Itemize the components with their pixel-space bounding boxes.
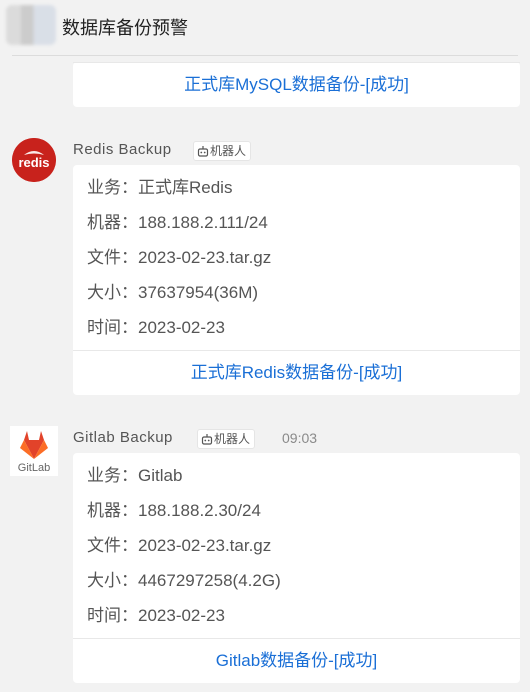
redis-avatar[interactable]: redis (12, 138, 56, 182)
sender-name[interactable]: Redis Backup (73, 141, 172, 158)
robot-icon (197, 144, 209, 162)
card-footer-link[interactable]: Gitlab数据备份-[成功] (73, 638, 520, 683)
bot-badge-label: 机器人 (214, 432, 251, 446)
card-line-business: 业务：正式库Redis (87, 178, 233, 197)
group-avatar[interactable] (6, 5, 56, 45)
message-time: 09:03 (282, 430, 318, 446)
card-line-machine: 机器：188.188.2.111/24 (87, 213, 268, 232)
card-line-time: 时间：2023-02-23 (87, 318, 225, 337)
gitlab-logo-text: GitLab (18, 462, 50, 474)
redis-logo-text: redis (18, 155, 49, 170)
redis-logo-icon: redis (12, 138, 56, 182)
robot-icon (201, 432, 213, 450)
chat-title: 数据库备份预警 (62, 18, 188, 38)
card-line-file: 文件：2023-02-23.tar.gz (87, 248, 272, 267)
bot-badge-label: 机器人 (210, 144, 247, 158)
card-footer-link[interactable]: 正式库Redis数据备份-[成功] (73, 350, 520, 395)
gitlab-logo-icon: GitLab (10, 426, 58, 476)
card-line-machine: 机器：188.188.2.30/24 (87, 501, 261, 520)
gitlab-avatar[interactable]: GitLab (10, 426, 58, 476)
bot-badge: 机器人 (193, 141, 252, 162)
card-line-size: 大小：37637954(36M) (87, 283, 259, 302)
card-line-business: 业务：Gitlab (87, 466, 183, 485)
bot-badge: 机器人 (197, 429, 256, 450)
header-divider (12, 55, 518, 56)
gitlab-backup-card: 业务：Gitlab 机器：188.188.2.30/24 文件：2023-02-… (73, 453, 520, 683)
card-footer-link[interactable]: 正式库MySQL数据备份-[成功] (73, 62, 520, 107)
card-line-time: 时间：2023-02-23 (87, 606, 225, 625)
sender-name[interactable]: Gitlab Backup (73, 429, 173, 446)
chat-header: 数据库备份预警 (0, 0, 530, 55)
card-line-size: 大小：4467297258(4.2G) (87, 571, 281, 590)
mysql-backup-card: 正式库MySQL数据备份-[成功] (73, 62, 520, 107)
redis-backup-card: 业务：正式库Redis 机器：188.188.2.111/24 文件：2023-… (73, 165, 520, 395)
card-line-file: 文件：2023-02-23.tar.gz (87, 536, 272, 555)
